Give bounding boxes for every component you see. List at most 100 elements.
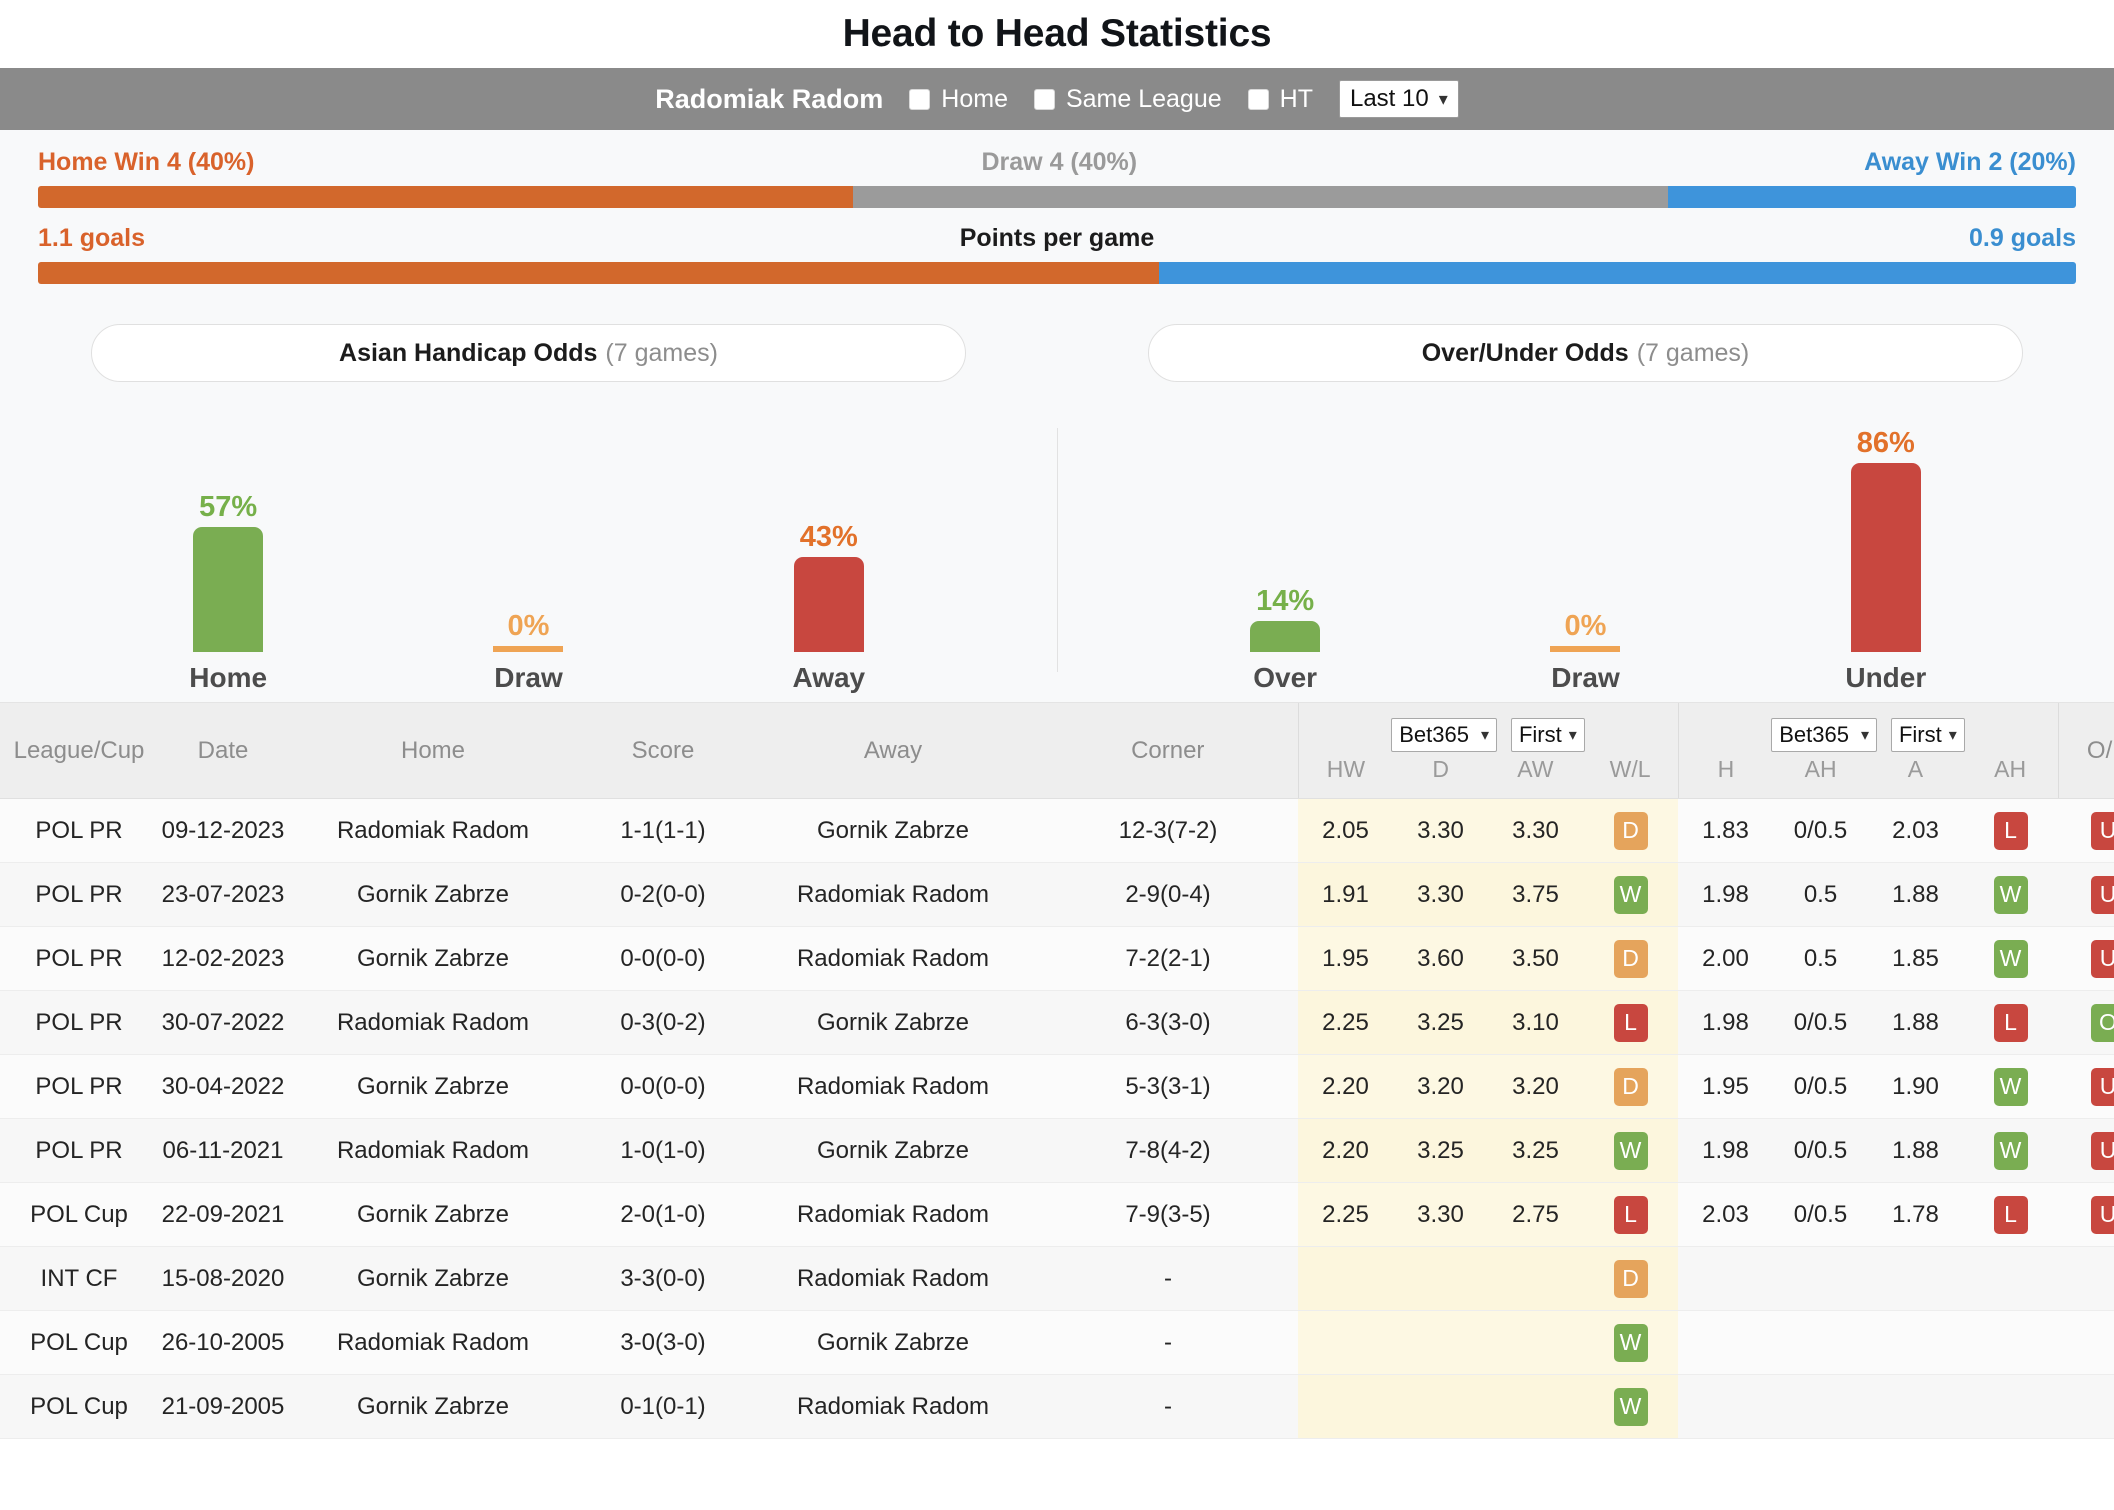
cell-ah-result: L: [1963, 798, 2058, 863]
table-row[interactable]: POL PR 09-12-2023 Radomiak Radom 1-1(1-1) Go…: [0, 798, 2114, 863]
result-badge-L: L: [1613, 1003, 1648, 1042]
cell-odds-hw: 2.05: [1298, 798, 1393, 863]
checkbox-box-icon[interactable]: [1247, 88, 1269, 110]
result-badge-W: W: [1993, 1131, 2028, 1170]
cell-ah-result: W: [1963, 1054, 2058, 1119]
cell-ah-h: 1.83: [1678, 798, 1773, 863]
cell-home-team[interactable]: Radomiak Radom: [288, 1118, 578, 1183]
cell-ah-line: [1773, 1374, 1868, 1439]
table-row[interactable]: POL Cup 22-09-2021 Gornik Zabrze 2-0(1-0) Ra…: [0, 1182, 2114, 1247]
cell-home-team[interactable]: Gornik Zabrze: [288, 862, 578, 927]
bookmaker-select-1x2[interactable]: Bet365 ▾: [1391, 718, 1497, 752]
cell-home-team[interactable]: Radomiak Radom: [288, 990, 578, 1055]
table-row[interactable]: POL PR 23-07-2023 Gornik Zabrze 0-2(0-0) Rad…: [0, 862, 2114, 927]
checkbox-box-icon[interactable]: [1033, 88, 1055, 110]
cell-home-team[interactable]: Gornik Zabrze: [288, 926, 578, 991]
over-under-title: Over/Under Odds: [1421, 338, 1629, 367]
table-row[interactable]: INT CF 15-08-2020 Gornik Zabrze 3-3(0-0) Rad…: [0, 1246, 2114, 1311]
col-header-home: Home: [288, 702, 578, 799]
cell-corner: -: [1038, 1310, 1298, 1375]
subcol-aw: AW: [1517, 756, 1554, 782]
table-row[interactable]: POL PR 30-07-2022 Radomiak Radom 0-3(0-2) Go…: [0, 990, 2114, 1055]
checkbox-home[interactable]: Home: [909, 85, 1008, 114]
cell-ah-h: [1678, 1246, 1773, 1311]
table-row[interactable]: POL PR 30-04-2022 Gornik Zabrze 0-0(0-0) Rad…: [0, 1054, 2114, 1119]
cell-date: 22-09-2021: [158, 1182, 288, 1247]
cell-odds-d: 3.30: [1393, 862, 1488, 927]
result-badge-W: W: [1613, 1387, 1648, 1426]
cell-home-team[interactable]: Radomiak Radom: [288, 1310, 578, 1375]
cell-odds-hw: 2.20: [1298, 1054, 1393, 1119]
result-badge-D: D: [1613, 939, 1648, 978]
cell-away-team[interactable]: Radomiak Radom: [748, 1374, 1038, 1439]
table-row[interactable]: POL Cup 21-09-2005 Gornik Zabrze 0-1(0-1) Ra…: [0, 1374, 2114, 1439]
cell-away-team[interactable]: Radomiak Radom: [748, 862, 1038, 927]
filter-control-bar: Radomiak Radom Home Same League HT Last …: [0, 68, 2114, 130]
result-badge-U: U: [2091, 1131, 2114, 1170]
cell-odds-aw: [1488, 1310, 1583, 1375]
cell-home-team[interactable]: Gornik Zabrze: [288, 1182, 578, 1247]
cell-result-wl: D: [1583, 1054, 1678, 1119]
cell-away-team[interactable]: Radomiak Radom: [748, 926, 1038, 991]
cell-date: 30-04-2022: [158, 1054, 288, 1119]
col-header-ou: O/U: [2057, 702, 2114, 799]
period-select-1x2[interactable]: First ▾: [1510, 718, 1585, 752]
cell-ah-result: W: [1963, 1118, 2058, 1183]
bar-column-away: 43% Away: [729, 523, 929, 692]
checkbox-box-icon[interactable]: [909, 88, 931, 110]
bar-caption-over: Over: [1253, 662, 1318, 693]
cell-ah-a: 1.85: [1868, 926, 1963, 991]
cell-away-team[interactable]: Radomiak Radom: [748, 1182, 1038, 1247]
result-badge-W: W: [1613, 1323, 1648, 1362]
checkbox-same-league-label: Same League: [1065, 84, 1222, 113]
cell-away-team[interactable]: Radomiak Radom: [748, 1246, 1038, 1311]
checkbox-ht[interactable]: HT: [1247, 84, 1313, 114]
cell-away-team[interactable]: Gornik Zabrze: [748, 990, 1038, 1055]
result-badge-O: O: [2091, 1003, 2114, 1042]
checkbox-ht-label: HT: [1279, 84, 1313, 113]
cell-ou-result: U: [2058, 1054, 2114, 1119]
checkbox-same-league[interactable]: Same League: [1033, 84, 1222, 114]
cell-away-team[interactable]: Gornik Zabrze: [748, 1118, 1038, 1183]
cell-league: POL Cup: [0, 1310, 158, 1375]
cell-odds-hw: 2.20: [1298, 1118, 1393, 1183]
table-row[interactable]: POL PR 12-02-2023 Gornik Zabrze 0-0(0-0) Rad…: [0, 926, 2114, 991]
asian-handicap-title-pill[interactable]: Asian Handicap Odds (7 games): [91, 324, 966, 382]
cell-away-team[interactable]: Radomiak Radom: [748, 1054, 1038, 1119]
subcol-wl: W/L: [1609, 756, 1651, 782]
cell-date: 23-07-2023: [158, 862, 288, 927]
period-select-ah[interactable]: First ▾: [1890, 718, 1965, 752]
period-select-ah-value: First: [1898, 722, 1942, 747]
cell-score: 3-0(3-0): [578, 1310, 748, 1375]
cell-odds-hw: [1298, 1374, 1393, 1439]
cell-away-team[interactable]: Gornik Zabrze: [748, 1310, 1038, 1375]
subcol-d: D: [1432, 756, 1449, 782]
bar-segment-home-win: [38, 186, 854, 208]
cell-home-team[interactable]: Gornik Zabrze: [288, 1374, 578, 1439]
points-per-game-bar: [38, 262, 2076, 284]
bookmaker-select-ah[interactable]: Bet365 ▾: [1771, 718, 1877, 752]
result-distribution-row: Home Win 4 (40%) Draw 4 (40%) Away Win 2…: [38, 148, 2076, 208]
cell-odds-d: [1393, 1310, 1488, 1375]
cell-home-team[interactable]: Gornik Zabrze: [288, 1054, 578, 1119]
h2h-matches-table: League/Cup Date Home Score Away Corner B…: [0, 702, 2114, 1439]
bar-caption-draw: Draw: [494, 662, 563, 693]
result-badge-U: U: [2091, 875, 2114, 914]
table-row[interactable]: POL PR 06-11-2021 Radomiak Radom 1-0(1-0) Go…: [0, 1118, 2114, 1183]
over-under-bars: 14% Over 0% Draw 86% Under: [1057, 382, 2114, 692]
result-badge-W: W: [1993, 939, 2028, 978]
cell-home-team[interactable]: Radomiak Radom: [288, 798, 578, 863]
summary-section: Home Win 4 (40%) Draw 4 (40%) Away Win 2…: [0, 130, 2114, 310]
cell-odds-d: [1393, 1374, 1488, 1439]
table-row[interactable]: POL Cup 26-10-2005 Radomiak Radom 3-0(3-0) G…: [0, 1310, 2114, 1375]
chevron-down-icon: ▾: [1860, 727, 1869, 744]
result-badge-W: W: [1993, 1067, 2028, 1106]
range-select[interactable]: Last 10 ▾: [1338, 80, 1459, 118]
cell-home-team[interactable]: Gornik Zabrze: [288, 1246, 578, 1311]
cell-ah-h: 2.03: [1678, 1182, 1773, 1247]
cell-odds-aw: 3.30: [1488, 798, 1583, 863]
over-under-title-pill[interactable]: Over/Under Odds (7 games): [1148, 324, 2023, 382]
points-per-game-labels: 1.1 goals Points per game 0.9 goals: [38, 224, 2076, 253]
cell-away-team[interactable]: Gornik Zabrze: [748, 798, 1038, 863]
cell-ah-result: L: [1963, 1182, 2058, 1247]
